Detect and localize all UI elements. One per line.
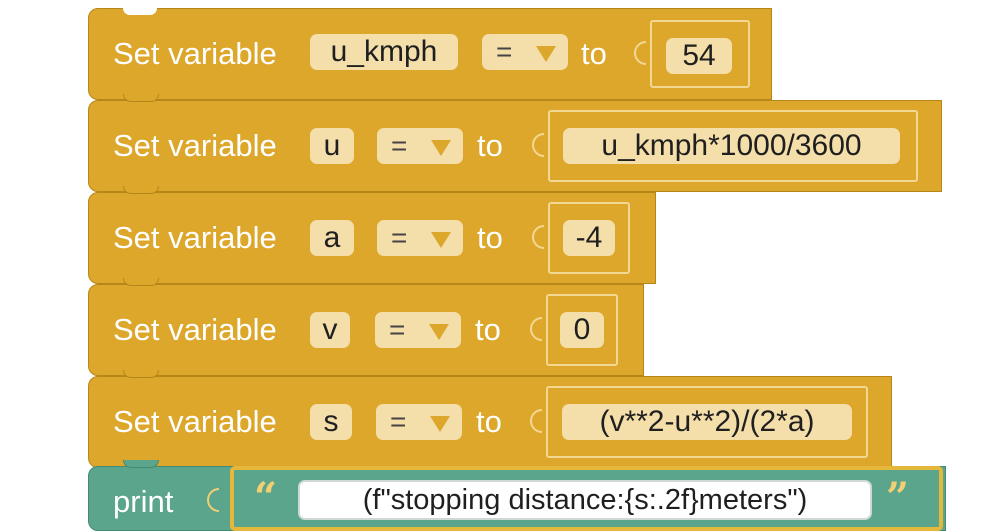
quote-icon: ”	[886, 474, 910, 521]
value-field[interactable]: (v**2-u**2)/(2*a)	[562, 404, 852, 440]
operator-dropdown[interactable]: =	[377, 220, 463, 256]
operator-dropdown[interactable]: =	[376, 404, 462, 440]
triangle-down-icon	[429, 324, 449, 340]
set-variable-label: Set variable	[113, 36, 277, 71]
block-notch	[123, 8, 157, 15]
operator-label: =	[496, 36, 513, 67]
operator-dropdown[interactable]: =	[377, 128, 463, 164]
operator-label: =	[389, 314, 406, 345]
variable-name-field[interactable]: a	[310, 220, 354, 256]
operator-dropdown[interactable]: =	[375, 312, 461, 348]
set-variable-label: Set variable	[113, 404, 277, 439]
operator-label: =	[391, 130, 408, 161]
block-notch	[123, 460, 159, 468]
variable-name-field[interactable]: s	[310, 404, 352, 440]
set-variable-label: Set variable	[113, 128, 277, 163]
block-notch	[123, 278, 159, 286]
value-field[interactable]: 0	[560, 312, 604, 348]
to-label: to	[477, 220, 503, 255]
block-notch	[123, 370, 159, 378]
triangle-down-icon	[431, 140, 451, 156]
print-label: print	[113, 484, 174, 519]
triangle-down-icon	[430, 416, 450, 432]
quote-icon: “	[254, 474, 278, 521]
variable-name-field[interactable]: u_kmph	[310, 34, 458, 70]
value-field[interactable]: u_kmph*1000/3600	[563, 128, 900, 164]
block-notch	[123, 186, 159, 194]
operator-label: =	[390, 406, 407, 437]
to-label: to	[475, 312, 501, 347]
variable-name-field[interactable]: v	[310, 312, 350, 348]
operator-label: =	[391, 222, 408, 253]
triangle-down-icon	[536, 46, 556, 62]
block-notch	[123, 94, 159, 102]
variable-name-field[interactable]: u	[310, 128, 354, 164]
to-label: to	[581, 36, 607, 71]
string-field[interactable]: (f"stopping distance:{s:.2f}meters")	[298, 480, 872, 520]
to-label: to	[476, 404, 502, 439]
triangle-down-icon	[431, 232, 451, 248]
set-variable-label: Set variable	[113, 220, 277, 255]
to-label: to	[477, 128, 503, 163]
operator-dropdown[interactable]: =	[482, 34, 568, 70]
value-field[interactable]: 54	[666, 38, 732, 74]
value-field[interactable]: -4	[563, 220, 615, 256]
set-variable-label: Set variable	[113, 312, 277, 347]
